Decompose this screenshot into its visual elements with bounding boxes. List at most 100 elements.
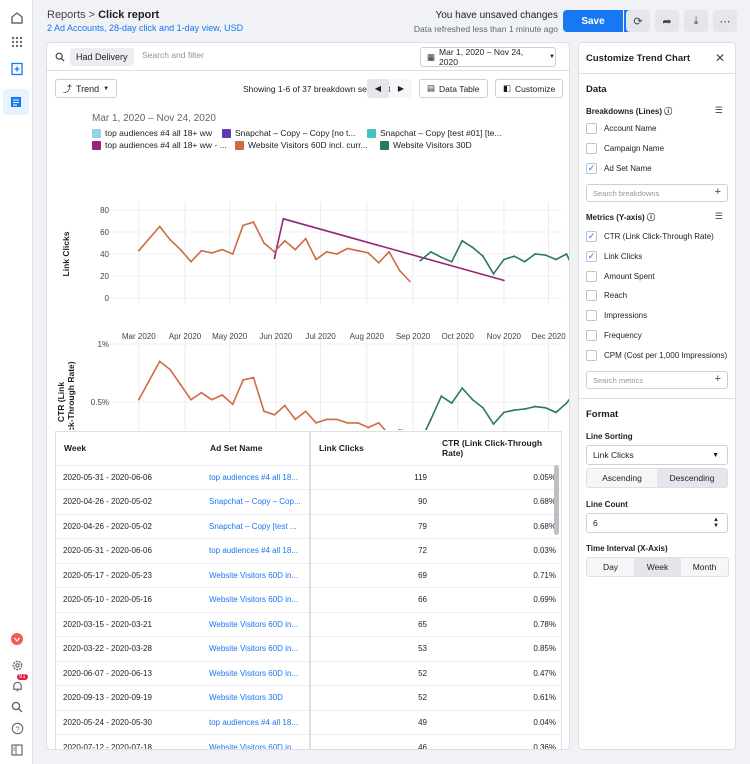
series-line[interactable]: [273, 217, 505, 282]
panel-toggle-icon[interactable]: [7, 740, 27, 760]
col-header-link-clicks[interactable]: Link Clicks: [310, 432, 434, 465]
breakdown-option-0[interactable]: Account Name: [586, 123, 656, 134]
metric-option-2[interactable]: Amount Spent: [586, 270, 655, 282]
metric-option-6[interactable]: CPM (Cost per 1,000 Impressions): [586, 349, 727, 361]
table-row[interactable]: 2020-04-26 - 2020-05-02 Snapchat – Copy –…: [56, 489, 561, 514]
metric-option-0[interactable]: ✓ CTR (Link Click-Through Rate): [586, 231, 714, 242]
ad-set-cell[interactable]: top audiences #4 all 18...: [202, 709, 311, 735]
table-row[interactable]: 2020-04-26 - 2020-05-02 Snapchat – Copy […: [56, 513, 561, 539]
ad-set-cell[interactable]: top audiences #4 all 18...: [202, 538, 311, 563]
table-row[interactable]: 2020-07-12 - 2020-07-18 Website Visitors …: [56, 734, 561, 749]
table-row[interactable]: 2020-03-15 - 2020-03-21 Website Visitors …: [56, 611, 561, 637]
save-button[interactable]: Save: [563, 10, 623, 32]
table-row[interactable]: 2020-03-22 - 2020-03-28 Website Visitors …: [56, 636, 561, 661]
data-point: [419, 259, 422, 262]
descending-button[interactable]: Descending: [657, 469, 727, 487]
interval-month-button[interactable]: Month: [681, 558, 728, 576]
table-row[interactable]: 2020-05-17 - 2020-05-23 Website Visitors …: [56, 562, 561, 588]
ad-set-cell[interactable]: Website Visitors 60D in...: [202, 562, 311, 588]
series-line[interactable]: [138, 360, 410, 430]
date-range-picker[interactable]: ▦ Mar 1, 2020 – Nov 24, 2020 ▼: [420, 47, 556, 67]
export-button[interactable]: ⤓: [684, 10, 708, 32]
report-settings-link[interactable]: 2 Ad Accounts, 28-day click and 1-day vi…: [47, 23, 243, 33]
search-metrics-input[interactable]: Search metrics +: [586, 371, 728, 389]
table-row[interactable]: 2020-05-24 - 2020-05-30 top audiences #4 …: [56, 709, 561, 735]
interval-day-button[interactable]: Day: [587, 558, 634, 576]
checkbox-checked-icon[interactable]: ✓: [586, 163, 597, 174]
search-breakdowns-input[interactable]: Search breakdowns +: [586, 184, 728, 202]
ad-set-cell[interactable]: top audiences #4 all 18...: [202, 464, 311, 490]
metric-option-5[interactable]: Frequency: [586, 330, 642, 341]
filter-search-input[interactable]: Search and filter: [142, 50, 204, 60]
view-type-dropdown[interactable]: ⤴ Trend ▼: [55, 79, 117, 98]
ad-set-cell[interactable]: Website Visitors 30D: [202, 685, 311, 710]
col-header-ad-set[interactable]: Ad Set Name: [202, 432, 311, 465]
data-point: [137, 398, 140, 401]
settings-icon[interactable]: [7, 655, 27, 675]
series-line[interactable]: [419, 239, 569, 276]
legend-item[interactable]: Snapchat – Copy [test #01] [te...: [367, 128, 501, 138]
col-header-ctr[interactable]: CTR (Link Click-Through Rate): [434, 432, 561, 465]
ad-set-cell[interactable]: Snapchat – Copy [test ...: [202, 513, 311, 539]
checkbox-checked-icon[interactable]: ✓: [586, 231, 597, 242]
divider: [579, 73, 735, 74]
close-icon[interactable]: ✕: [715, 51, 725, 65]
checkbox-icon[interactable]: [586, 349, 597, 361]
breadcrumb-reports-link[interactable]: Reports: [47, 9, 86, 21]
checkbox-checked-icon[interactable]: ✓: [586, 250, 597, 262]
data-table-button[interactable]: ▤ Data Table: [419, 79, 488, 98]
reports-icon[interactable]: [3, 89, 29, 115]
table-row[interactable]: 2020-05-31 - 2020-06-06 top audiences #4 …: [56, 464, 561, 490]
ad-set-cell[interactable]: Website Visitors 60D in...: [202, 587, 311, 612]
checkbox-icon[interactable]: [586, 330, 597, 341]
customize-button[interactable]: ◧ Customize: [495, 79, 564, 98]
breakdown-option-2[interactable]: ✓ Ad Set Name: [586, 163, 652, 174]
apps-grid-icon[interactable]: [7, 32, 27, 52]
data-point: [179, 248, 182, 251]
metric-option-4[interactable]: Impressions: [586, 310, 647, 322]
checkbox-icon[interactable]: [586, 143, 597, 154]
brand-icon[interactable]: [7, 629, 27, 649]
home-icon[interactable]: [7, 8, 27, 28]
checkbox-icon[interactable]: [586, 270, 597, 282]
refresh-button[interactable]: ⟳: [626, 10, 650, 32]
metric-option-3[interactable]: Reach: [586, 290, 627, 302]
interval-week-button[interactable]: Week: [634, 558, 681, 576]
line-count-stepper[interactable]: 6 ▲ ▼: [586, 513, 728, 533]
had-delivery-filter[interactable]: Had Delivery: [70, 48, 134, 66]
table-row[interactable]: 2020-05-10 - 2020-05-16 Website Visitors …: [56, 587, 561, 612]
legend-item[interactable]: top audiences #4 all 18+ ww: [92, 128, 212, 138]
checkbox-icon[interactable]: [586, 123, 597, 134]
legend-item[interactable]: top audiences #4 all 18+ ww - ...: [92, 140, 227, 150]
legend-item[interactable]: Website Visitors 60D incl. curr...: [235, 140, 368, 150]
table-row[interactable]: 2020-06-07 - 2020-06-13 Website Visitors …: [56, 660, 561, 686]
ad-set-cell[interactable]: Website Visitors 60D in...: [202, 636, 311, 661]
checkbox-icon[interactable]: [586, 290, 597, 302]
line-sorting-select[interactable]: Link Clicks ▼: [586, 445, 728, 465]
col-header-week[interactable]: Week: [56, 432, 202, 465]
add-report-icon[interactable]: [7, 59, 27, 79]
previous-page-button[interactable]: ◀: [367, 79, 389, 98]
more-button[interactable]: ⋯: [713, 10, 737, 32]
reorder-icon[interactable]: ☰: [715, 211, 723, 222]
metric-option-1[interactable]: ✓ Link Clicks: [586, 250, 642, 262]
legend-item[interactable]: Snapchat – Copy – Copy [no t...: [222, 128, 356, 138]
ad-set-cell[interactable]: Website Visitors 60D in...: [202, 660, 311, 686]
breakdown-option-1[interactable]: Campaign Name: [586, 143, 664, 154]
series-line[interactable]: [420, 386, 569, 430]
table-row[interactable]: 2020-05-31 - 2020-06-06 top audiences #4 …: [56, 538, 561, 563]
ascending-button[interactable]: Ascending: [587, 469, 657, 487]
table-row[interactable]: 2020-09-13 - 2020-09-19 Website Visitors …: [56, 685, 561, 710]
reorder-icon[interactable]: ☰: [715, 105, 723, 116]
ad-set-cell[interactable]: Snapchat – Copy – Cop...: [202, 489, 311, 514]
next-page-button[interactable]: ▶: [390, 79, 412, 98]
ad-set-cell[interactable]: Website Visitors 60D in...: [202, 611, 311, 637]
ad-set-cell[interactable]: Website Visitors 60D in...: [202, 734, 311, 749]
table-scrollbar[interactable]: [554, 465, 559, 535]
legend-item[interactable]: Website Visitors 30D: [380, 140, 472, 150]
help-icon[interactable]: ?: [7, 718, 27, 738]
checkbox-icon[interactable]: [586, 310, 597, 322]
share-button[interactable]: ➦: [655, 10, 679, 32]
notifications-icon[interactable]: 91: [7, 674, 28, 696]
search-icon[interactable]: [7, 697, 27, 717]
